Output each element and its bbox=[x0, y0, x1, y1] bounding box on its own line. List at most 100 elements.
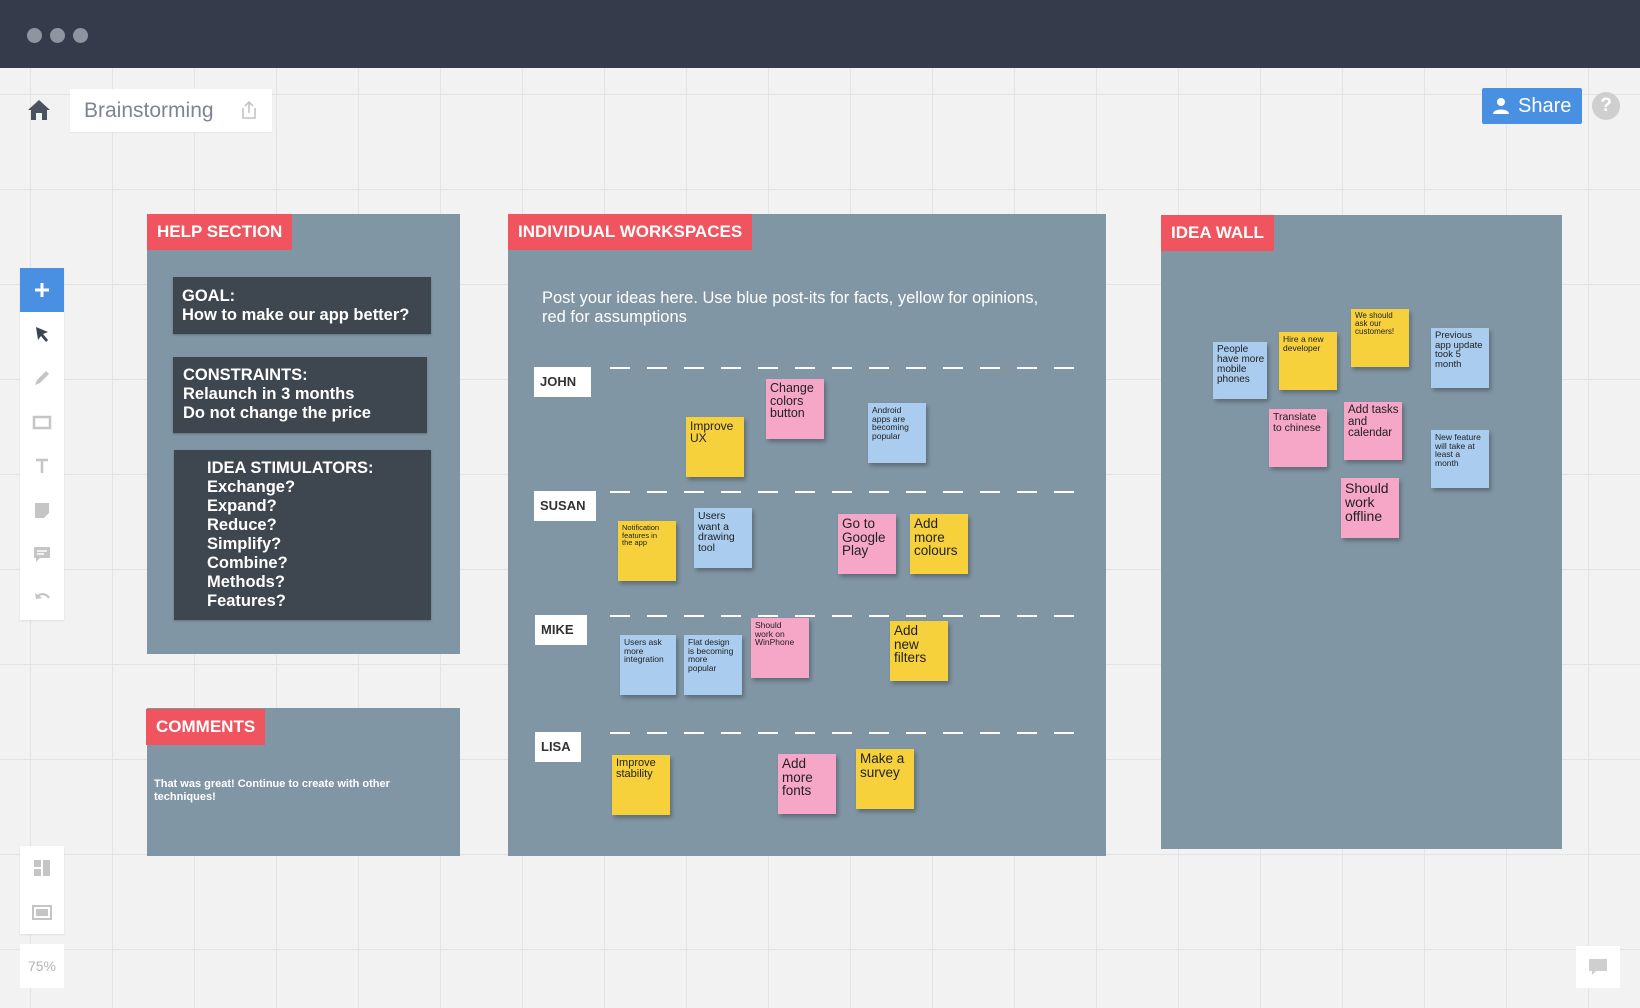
home-button[interactable] bbox=[24, 95, 58, 129]
undo-button[interactable] bbox=[20, 576, 64, 620]
sticky-note[interactable]: Should work on WinPhone bbox=[751, 618, 809, 678]
sticky-note-line: Change bbox=[770, 381, 814, 395]
stimulator-item: Reduce? bbox=[207, 516, 277, 534]
individual-workspaces-frame[interactable]: INDIVIDUAL WORKSPACES Post your ideas he… bbox=[508, 214, 1106, 856]
goal-card[interactable]: GOAL: How to make our app better? bbox=[173, 277, 431, 334]
chat-button[interactable] bbox=[1576, 946, 1620, 988]
sticky-note[interactable]: Improve UX bbox=[686, 417, 744, 477]
comment-tool-button[interactable] bbox=[20, 532, 64, 576]
sticky-note[interactable]: Users want a drawing tool bbox=[694, 508, 752, 568]
shape-tool-button[interactable] bbox=[20, 400, 64, 444]
sticky-note[interactable]: Users ask more integration bbox=[620, 635, 676, 695]
sticky-note-line: Add bbox=[914, 516, 939, 531]
sticky-note-line: customers! bbox=[1355, 327, 1395, 336]
zoom-level[interactable]: 75% bbox=[20, 944, 64, 988]
idea-wall-frame[interactable]: IDEA WALL People have more mobile phones… bbox=[1161, 215, 1562, 849]
sticky-note[interactable]: Add tasks and calendar bbox=[1344, 402, 1402, 460]
sticky-note[interactable]: People have more mobile phones bbox=[1213, 342, 1267, 399]
user-icon bbox=[1493, 98, 1509, 114]
sticky-note-tool-button[interactable] bbox=[20, 488, 64, 532]
sticky-note-line: developer bbox=[1283, 342, 1321, 353]
window-control-dot[interactable] bbox=[27, 28, 42, 43]
sticky-note-line: button bbox=[770, 406, 805, 420]
row-label-mike[interactable]: MIKE bbox=[535, 615, 587, 645]
sticky-note-line: drawing bbox=[698, 531, 735, 543]
goal-text: How to make our app better? bbox=[182, 306, 410, 324]
plus-icon bbox=[35, 283, 49, 297]
constraints-heading: CONSTRAINTS: bbox=[183, 366, 308, 384]
frame-button[interactable] bbox=[20, 890, 64, 934]
left-toolbar bbox=[20, 268, 64, 620]
sticky-note-line: WinPhone bbox=[755, 637, 795, 647]
sticky-note-line: Google bbox=[842, 529, 886, 545]
stimulator-item: Exchange? bbox=[207, 478, 296, 496]
stimulator-item: Expand? bbox=[207, 497, 277, 515]
window-control-dot[interactable] bbox=[50, 28, 65, 43]
row-label-susan[interactable]: SUSAN bbox=[534, 491, 596, 521]
comments-frame[interactable]: COMMENTS That was great! Continue to cre… bbox=[146, 708, 460, 856]
sticky-note-line: month bbox=[1435, 457, 1459, 468]
sticky-note[interactable]: Change colors button bbox=[766, 379, 824, 439]
sticky-note[interactable]: We should ask our customers! bbox=[1351, 309, 1409, 367]
export-button[interactable] bbox=[238, 99, 260, 121]
window-control-dot[interactable] bbox=[73, 28, 88, 43]
constraints-item: Do not change the price bbox=[183, 404, 371, 422]
sticky-note[interactable]: Notification features in the app bbox=[618, 521, 676, 581]
layout-button[interactable] bbox=[20, 846, 64, 890]
sticky-note[interactable]: New feature will take at least a month bbox=[1431, 430, 1489, 488]
sticky-note[interactable]: Previous app update took 5 month bbox=[1431, 328, 1489, 388]
sticky-note[interactable]: Make a survey bbox=[856, 749, 914, 809]
row-label-john[interactable]: JOHN bbox=[534, 367, 591, 397]
sticky-note[interactable]: Improve stability bbox=[612, 755, 670, 815]
add-tool-button[interactable] bbox=[20, 268, 64, 312]
board-title-box[interactable]: Brainstorming bbox=[70, 89, 272, 132]
help-section-tag: HELP SECTION bbox=[147, 214, 293, 250]
help-button[interactable]: ? bbox=[1592, 92, 1620, 120]
help-section-frame[interactable]: HELP SECTION GOAL: How to make our app b… bbox=[147, 214, 460, 654]
sticky-note[interactable]: Hire a new developer bbox=[1279, 332, 1337, 390]
sticky-note-line: Users bbox=[698, 510, 726, 522]
share-button[interactable]: Share bbox=[1482, 88, 1582, 124]
sticky-note[interactable]: Android apps are becoming popular bbox=[868, 403, 926, 463]
sticky-note-line: more bbox=[914, 529, 945, 545]
sticky-note-line: month bbox=[1435, 358, 1462, 370]
sticky-note-line: stability bbox=[616, 768, 653, 780]
select-tool-button[interactable] bbox=[20, 312, 64, 356]
idea-stimulators-card[interactable]: IDEA STIMULATORS: Exchange? Expand? Redu… bbox=[174, 450, 431, 620]
sticky-note-line: tool bbox=[698, 541, 715, 554]
sticky-note-line: survey bbox=[860, 764, 900, 780]
sticky-note-line: Translate bbox=[1273, 411, 1317, 423]
constraints-card[interactable]: CONSTRAINTS: Relaunch in 3 months Do not… bbox=[173, 357, 427, 433]
sticky-note-line: Go to bbox=[842, 516, 876, 531]
pen-tool-button[interactable] bbox=[20, 356, 64, 400]
sticky-note[interactable]: Add new filters bbox=[890, 621, 948, 681]
sticky-note[interactable]: Should work offline bbox=[1341, 478, 1399, 538]
sticky-note[interactable]: Flat design is becoming more popular bbox=[684, 635, 742, 695]
sticky-note-line: work bbox=[1345, 494, 1375, 510]
text-tool-button[interactable] bbox=[20, 444, 64, 488]
idea-wall-tag: IDEA WALL bbox=[1161, 215, 1274, 251]
home-icon bbox=[28, 100, 50, 120]
instruction-line: Post your ideas here. Use blue post-its … bbox=[542, 289, 1039, 307]
workspaces-instructions: Post your ideas here. Use blue post-its … bbox=[542, 289, 1038, 327]
sticky-note-line: calendar bbox=[1348, 427, 1393, 439]
comment-icon bbox=[34, 547, 50, 562]
board-title[interactable]: Brainstorming bbox=[84, 99, 214, 123]
goal-heading: GOAL: bbox=[182, 287, 236, 305]
cursor-icon bbox=[36, 327, 48, 342]
sticky-note[interactable]: Go to Google Play bbox=[838, 514, 896, 574]
sticky-note-line: new bbox=[894, 636, 919, 652]
row-label-lisa[interactable]: LISA bbox=[535, 732, 581, 762]
undo-icon bbox=[35, 593, 50, 599]
sticky-note-line: Add bbox=[782, 756, 807, 771]
comments-tag: COMMENTS bbox=[146, 709, 266, 745]
sticky-note[interactable]: Translate to chinese bbox=[1269, 409, 1327, 467]
stimulator-item: Features? bbox=[207, 592, 286, 610]
sticky-note[interactable]: Add more fonts bbox=[778, 754, 836, 814]
sticky-note-line: Make a bbox=[860, 751, 905, 766]
stimulator-item: Methods? bbox=[207, 573, 285, 591]
stimulator-item: Simplify? bbox=[207, 535, 282, 553]
sticky-note[interactable]: Add more colours bbox=[910, 514, 968, 574]
sticky-note-line: Add tasks bbox=[1348, 404, 1399, 416]
row-divider bbox=[610, 615, 1088, 617]
